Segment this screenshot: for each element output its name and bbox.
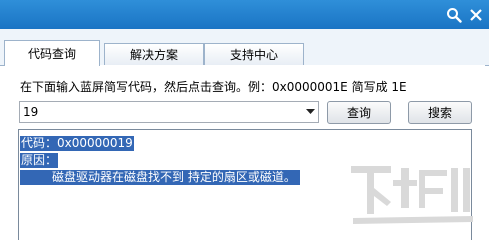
search-button[interactable]: 搜索 (408, 101, 472, 124)
close-icon[interactable] (462, 0, 489, 29)
result-reason-text: 磁盘驱动器在磁盘找不到 持定的扇区或磁道。 (20, 170, 300, 185)
result-code-line: 代码：0x00000019 (20, 136, 134, 151)
instruction-text: 在下面输入蓝屏简写代码，然后点击查询。例：0x0000001E 简写成 1E (20, 80, 407, 94)
code-value[interactable]: 19 (23, 105, 38, 119)
code-combobox[interactable]: 19 (19, 101, 319, 123)
query-button[interactable]: 查询 (327, 101, 391, 124)
title-bar (0, 0, 489, 29)
result-reason-label: 原因： (20, 153, 59, 168)
tab-code-query[interactable]: 代码查询 (4, 40, 100, 66)
tab-support-center[interactable]: 支持中心 (204, 43, 304, 65)
watermark-logo (351, 166, 473, 224)
chevron-down-icon[interactable] (302, 102, 318, 122)
tab-solutions[interactable]: 解决方案 (104, 43, 204, 65)
